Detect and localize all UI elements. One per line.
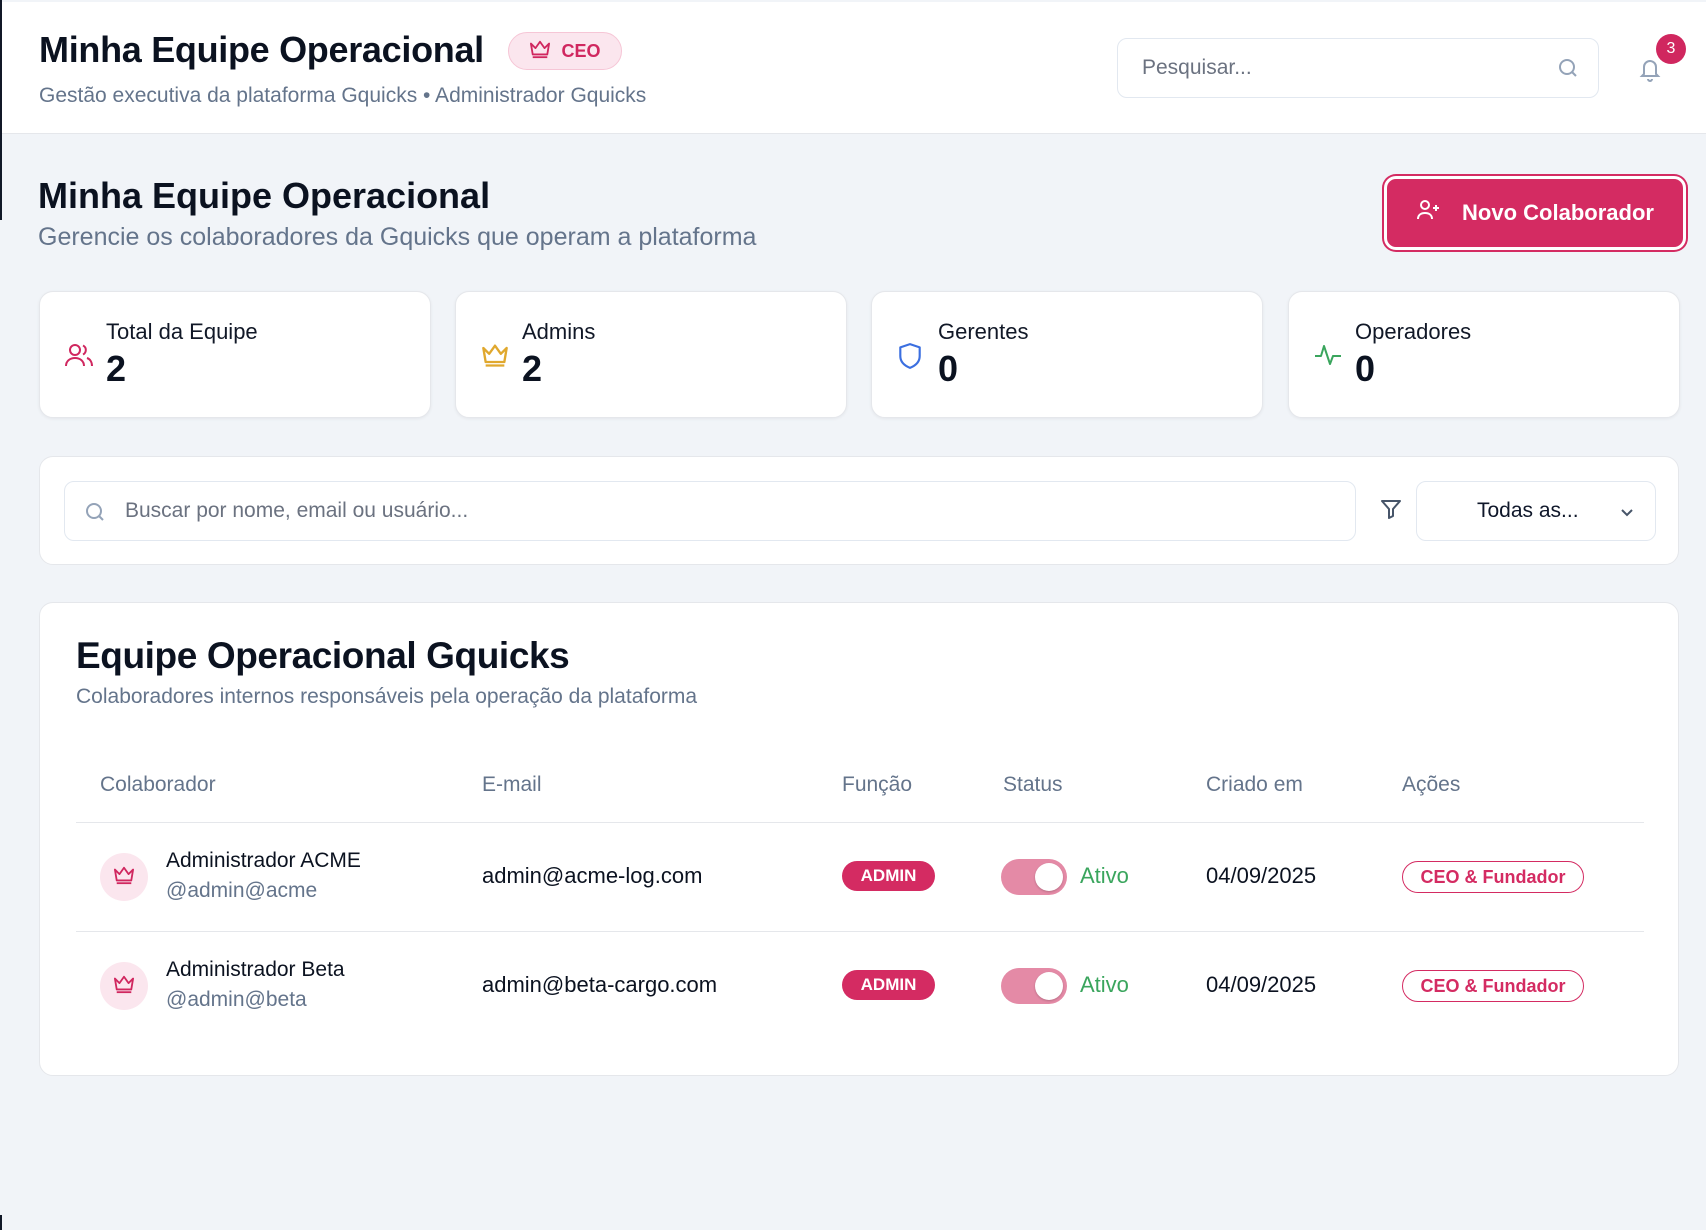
collaborator-handle: @admin@beta	[166, 988, 307, 1011]
stat-label: Total da Equipe	[106, 319, 258, 344]
window-edge-bottom	[0, 1215, 2, 1230]
stat-card-operators: Operadores 0	[1288, 291, 1680, 418]
status-toggle[interactable]	[1001, 859, 1067, 895]
new-collaborator-button[interactable]: Novo Colaborador	[1384, 176, 1686, 250]
global-search-input[interactable]	[1142, 39, 1532, 97]
collaborator-handle: @admin@acme	[166, 879, 318, 902]
stat-value: 0	[938, 348, 959, 389]
collaborator-email: admin@beta-cargo.com	[482, 972, 718, 997]
role-filter-value: Todas as...	[1477, 499, 1579, 522]
team-search[interactable]	[64, 481, 1356, 541]
crown-icon	[113, 974, 135, 999]
page-title: Minha Equipe Operacional	[38, 175, 491, 216]
notification-count-badge: 3	[1656, 34, 1686, 64]
activity-icon	[1314, 342, 1342, 373]
status-text: Ativo	[1080, 972, 1129, 997]
collaborator-name: Administrador Beta	[166, 958, 345, 981]
stat-card-admins: Admins 2	[455, 291, 847, 418]
new-collaborator-label: Novo Colaborador	[1462, 200, 1654, 225]
role-badge: ADMIN	[842, 861, 935, 891]
column-header-actions: Ações	[1402, 773, 1461, 796]
search-icon[interactable]	[1556, 56, 1580, 85]
users-icon	[65, 342, 93, 373]
crown-icon	[481, 342, 509, 373]
header-subtitle: Gestão executiva da plataforma Gquicks •…	[39, 84, 647, 107]
stat-label: Admins	[522, 319, 596, 344]
team-table-card: Equipe Operacional Gquicks Colaboradores…	[39, 602, 1679, 1076]
collaborator-email: admin@acme-log.com	[482, 863, 703, 888]
column-header-created: Criado em	[1206, 773, 1303, 796]
crown-icon	[113, 865, 135, 890]
action-badge[interactable]: CEO & Fundador	[1402, 970, 1584, 1002]
search-icon	[83, 500, 107, 529]
toggle-knob	[1035, 972, 1063, 1000]
created-date: 04/09/2025	[1206, 863, 1317, 888]
stat-label: Gerentes	[938, 319, 1029, 344]
table-subtitle: Colaboradores internos responsáveis pela…	[76, 685, 698, 708]
team-search-input[interactable]	[125, 482, 1325, 540]
ceo-badge: CEO	[508, 32, 622, 70]
stat-card-managers: Gerentes 0	[871, 291, 1263, 418]
column-header-email: E-mail	[482, 773, 542, 796]
top-header: Minha Equipe Operacional CEO Gestão exec…	[2, 2, 1706, 134]
global-search[interactable]	[1117, 38, 1599, 98]
avatar	[100, 962, 148, 1010]
crown-icon	[529, 39, 551, 64]
filter-icon[interactable]	[1379, 497, 1403, 526]
stat-value: 2	[522, 348, 543, 389]
table-row: Administrador ACME @admin@acme admin@acm…	[76, 823, 1644, 931]
role-filter-select[interactable]: Todas as...	[1416, 481, 1656, 541]
stat-value: 0	[1355, 348, 1376, 389]
action-badge[interactable]: CEO & Fundador	[1402, 861, 1584, 893]
stat-label: Operadores	[1355, 319, 1472, 344]
page-subtitle: Gerencie os colaboradores da Gquicks que…	[38, 223, 757, 251]
avatar	[100, 853, 148, 901]
stat-card-total: Total da Equipe 2	[39, 291, 431, 418]
collaborator-name: Administrador ACME	[166, 849, 361, 872]
ceo-badge-label: CEO	[561, 40, 601, 61]
toggle-knob	[1035, 863, 1063, 891]
status-text: Ativo	[1080, 863, 1129, 888]
column-header-collaborator: Colaborador	[100, 773, 216, 796]
filter-bar: Todas as...	[39, 456, 1679, 565]
column-header-status: Status	[1003, 773, 1063, 796]
bell-icon[interactable]	[1638, 56, 1662, 87]
column-header-role: Função	[842, 773, 913, 796]
role-badge: ADMIN	[842, 970, 935, 1000]
chevron-down-icon	[1619, 504, 1635, 525]
header-title: Minha Equipe Operacional	[39, 29, 484, 70]
created-date: 04/09/2025	[1206, 972, 1317, 997]
table-row: Administrador Beta @admin@beta admin@bet…	[76, 932, 1644, 1040]
user-plus-icon	[1416, 198, 1442, 228]
shield-icon	[897, 342, 923, 375]
status-toggle[interactable]	[1001, 968, 1067, 1004]
table-title: Equipe Operacional Gquicks	[76, 635, 570, 676]
stat-value: 2	[106, 348, 127, 389]
